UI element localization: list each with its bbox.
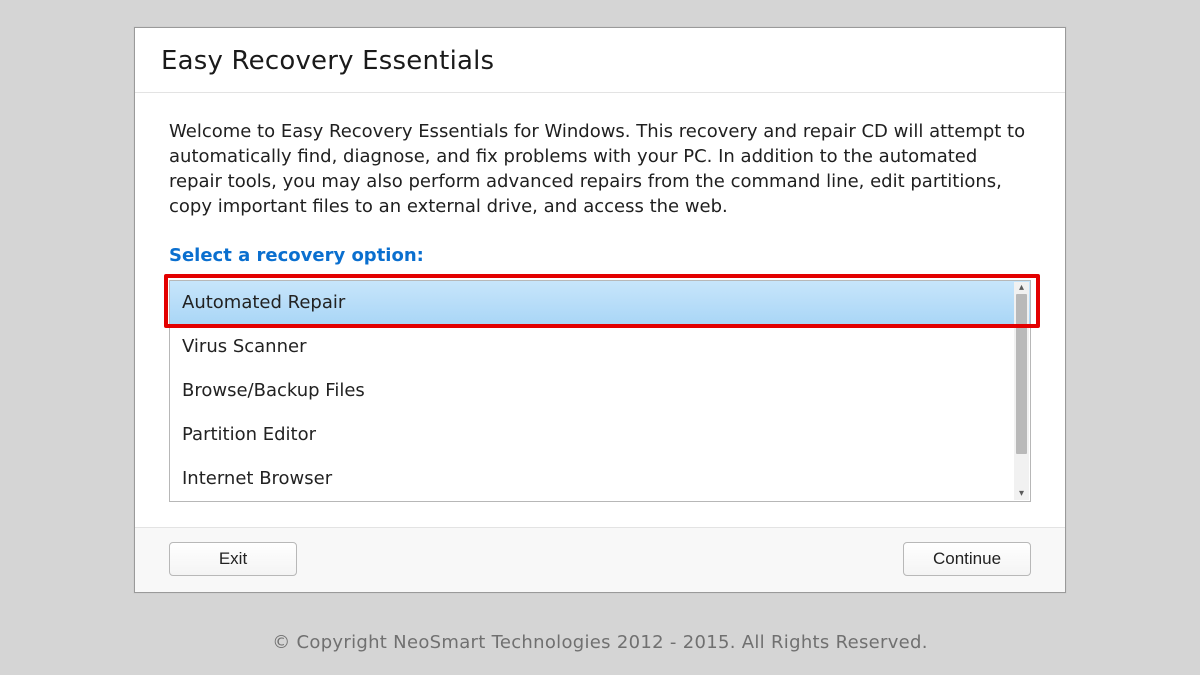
copyright-text: © Copyright NeoSmart Technologies 2012 -… <box>0 632 1200 653</box>
welcome-text: Welcome to Easy Recovery Essentials for … <box>169 119 1031 219</box>
continue-button[interactable]: Continue <box>903 542 1031 576</box>
scroll-thumb[interactable] <box>1016 294 1027 454</box>
scroll-up-icon[interactable]: ▴ <box>1014 282 1029 294</box>
option-automated-repair[interactable]: Automated Repair <box>170 281 1030 325</box>
option-browse-backup-files[interactable]: Browse/Backup Files <box>170 369 1030 413</box>
recovery-option-list-wrap: Automated Repair Virus Scanner Browse/Ba… <box>169 280 1031 502</box>
dialog-body: Welcome to Easy Recovery Essentials for … <box>135 93 1065 527</box>
recovery-dialog: Easy Recovery Essentials Welcome to Easy… <box>134 27 1066 593</box>
option-virus-scanner[interactable]: Virus Scanner <box>170 325 1030 369</box>
dialog-title: Easy Recovery Essentials <box>161 46 1039 76</box>
recovery-option-listbox[interactable]: Automated Repair Virus Scanner Browse/Ba… <box>169 280 1031 502</box>
exit-button[interactable]: Exit <box>169 542 297 576</box>
listbox-scrollbar[interactable]: ▴ ▾ <box>1014 282 1029 500</box>
option-partition-editor[interactable]: Partition Editor <box>170 413 1030 457</box>
recovery-option-prompt: Select a recovery option: <box>169 245 1031 266</box>
dialog-header: Easy Recovery Essentials <box>135 28 1065 93</box>
scroll-down-icon[interactable]: ▾ <box>1014 488 1029 500</box>
option-internet-browser[interactable]: Internet Browser <box>170 457 1030 501</box>
dialog-footer: Exit Continue <box>135 527 1065 592</box>
